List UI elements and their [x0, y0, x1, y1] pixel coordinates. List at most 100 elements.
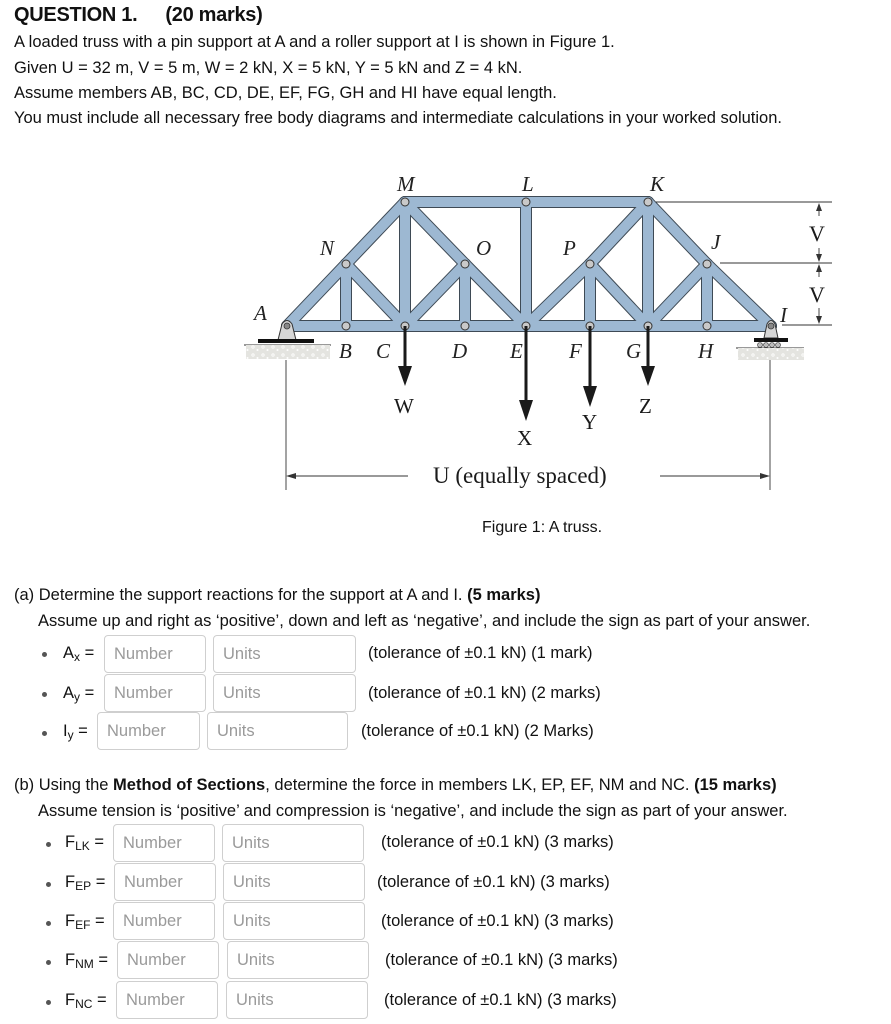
- fnc-tolerance: (tolerance of ±0.1 kN) (3 marks): [384, 991, 617, 1009]
- member-ji: [702, 259, 776, 331]
- answer-label-iy: Iy =: [63, 722, 88, 742]
- fef-units-input[interactable]: [223, 902, 365, 940]
- node-label-c: C: [376, 339, 391, 363]
- ay-units-input[interactable]: [213, 674, 356, 712]
- pin-joint-n: [341, 259, 351, 269]
- node-label-k: K: [649, 172, 665, 196]
- part-b-prompt-start: (b) Using the: [14, 776, 114, 794]
- node-label-n: N: [319, 236, 335, 260]
- pin-joint-l: [521, 197, 531, 207]
- figure-caption: Figure 1: A truss.: [482, 519, 603, 536]
- flk-number-input[interactable]: [113, 824, 215, 862]
- fef-tolerance: (tolerance of ±0.1 kN) (3 marks): [381, 912, 614, 930]
- load-arrow-z: [641, 326, 655, 386]
- ay-number-input[interactable]: [104, 674, 206, 712]
- pin-joint-d: [460, 321, 470, 331]
- truss-figure: A B C D E F G H I J K L M N O P W X Y Z …: [244, 172, 832, 490]
- pin-joint-j: [702, 259, 712, 269]
- part-a-heading: (a) Determine the support reactions for …: [14, 586, 540, 605]
- iy-units-input[interactable]: [207, 712, 348, 750]
- load-label-w: W: [394, 394, 414, 418]
- pin-joint-k: [643, 197, 653, 207]
- bullet: [46, 1000, 51, 1005]
- fep-units-input[interactable]: [223, 863, 365, 901]
- fef-number-input[interactable]: [113, 902, 215, 940]
- member-nm: [341, 197, 410, 269]
- part-b-heading: (b) Using the Method of Sections, determ…: [14, 776, 777, 795]
- question-title: QUESTION 1. (20 marks): [14, 4, 263, 27]
- bullet: [42, 692, 47, 697]
- bullet: [42, 731, 47, 736]
- node-label-p: P: [562, 236, 576, 260]
- part-a-marks: (5 marks): [467, 586, 541, 604]
- part-b-method: Method of Sections: [113, 776, 266, 794]
- fnm-units-input[interactable]: [227, 941, 369, 979]
- pin-joint-o: [460, 259, 470, 269]
- load-arrow-y: [583, 326, 597, 407]
- member-gj: [643, 259, 712, 331]
- answer-label-fnm: FNM =: [65, 951, 108, 971]
- iy-number-input[interactable]: [97, 712, 200, 750]
- part-b-instruction: Assume tension is ‘positive’ and compres…: [38, 802, 788, 820]
- pin-joint-b: [341, 321, 351, 331]
- flk-tolerance: (tolerance of ±0.1 kN) (3 marks): [381, 833, 614, 851]
- fep-number-input[interactable]: [114, 863, 216, 901]
- answer-label-ax: Ax =: [63, 644, 95, 664]
- fnc-units-input[interactable]: [226, 981, 368, 1019]
- answer-label-ay: Ay =: [63, 684, 95, 704]
- node-label-i: I: [779, 303, 788, 327]
- load-label-z: Z: [639, 394, 652, 418]
- iy-tolerance: (tolerance of ±0.1 kN) (2 Marks): [361, 722, 594, 740]
- fnm-number-input[interactable]: [117, 941, 219, 979]
- truss-members: [281, 196, 777, 332]
- part-b-prompt-end: , determine the force in members LK, EP,…: [265, 776, 695, 794]
- member-kj: [643, 197, 712, 269]
- node-label-b: B: [339, 339, 352, 363]
- pin-joint-h: [702, 321, 712, 331]
- member-nc: [341, 259, 410, 331]
- member-oc: [400, 259, 470, 331]
- load-label-y: Y: [582, 410, 597, 434]
- fnm-tolerance: (tolerance of ±0.1 kN) (3 marks): [385, 951, 618, 969]
- load-label-x: X: [517, 426, 532, 450]
- question-line-1: A loaded truss with a pin support at A a…: [14, 33, 615, 51]
- question-marks: (20 marks): [165, 4, 263, 26]
- question-line-3: Assume members AB, BC, CD, DE, EF, FG, G…: [14, 84, 557, 102]
- node-label-a: A: [252, 301, 267, 325]
- node-label-m: M: [396, 172, 416, 196]
- dimension-u-label: U (equally spaced): [433, 463, 607, 488]
- part-b-marks: (15 marks): [694, 776, 777, 794]
- bullet: [46, 842, 51, 847]
- member-an: [282, 259, 351, 331]
- ax-tolerance: (tolerance of ±0.1 kN) (1 mark): [368, 644, 593, 662]
- pin-joint-m: [400, 197, 410, 207]
- node-label-o: O: [476, 236, 491, 260]
- node-label-g: G: [626, 339, 641, 363]
- question-line-4: You must include all necessary free body…: [14, 109, 782, 127]
- member-oe: [460, 259, 531, 331]
- ax-number-input[interactable]: [104, 635, 206, 673]
- member-mo: [400, 197, 470, 269]
- pin-joint-p: [585, 259, 595, 269]
- answer-label-fnc: FNC =: [65, 991, 107, 1011]
- node-label-j: J: [711, 230, 722, 254]
- flk-units-input[interactable]: [222, 824, 364, 862]
- bullet: [46, 960, 51, 965]
- question-number: QUESTION 1.: [14, 4, 138, 26]
- member-pk: [585, 197, 653, 269]
- ax-units-input[interactable]: [213, 635, 356, 673]
- node-label-f: F: [568, 339, 582, 363]
- part-a-instruction: Assume up and right as ‘positive’, down …: [38, 612, 811, 630]
- node-label-h: H: [697, 339, 715, 363]
- dimension-v-top-label: V: [809, 221, 825, 246]
- bullet: [42, 652, 47, 657]
- ay-tolerance: (tolerance of ±0.1 kN) (2 marks): [368, 684, 601, 702]
- node-label-e: E: [509, 339, 523, 363]
- node-label-d: D: [451, 339, 467, 363]
- answer-label-flk: FLK =: [65, 833, 105, 853]
- part-a-prompt: (a) Determine the support reactions for …: [14, 586, 468, 604]
- bullet: [46, 921, 51, 926]
- fnc-number-input[interactable]: [116, 981, 218, 1019]
- fep-tolerance: (tolerance of ±0.1 kN) (3 marks): [377, 873, 610, 891]
- node-label-l: L: [521, 172, 534, 196]
